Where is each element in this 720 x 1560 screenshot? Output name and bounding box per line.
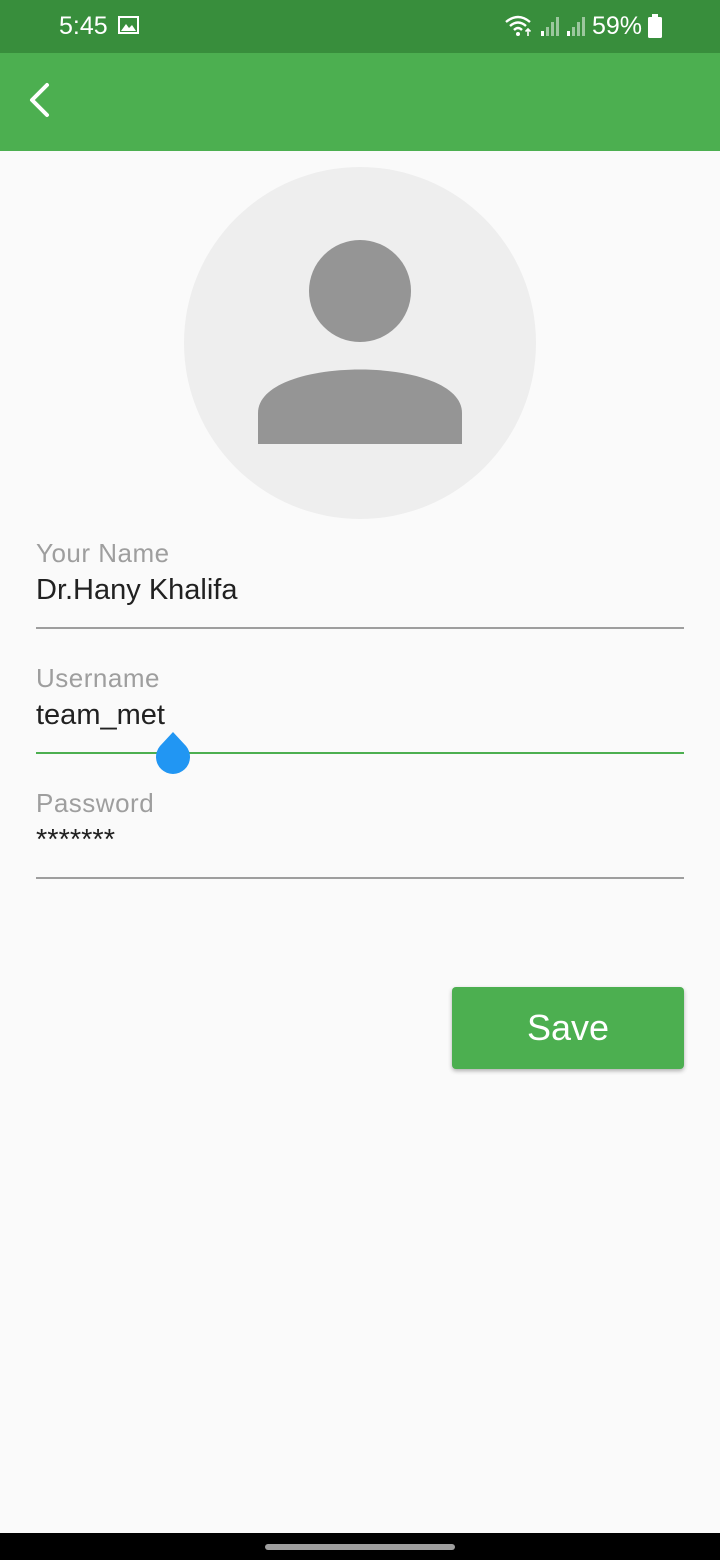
username-underline xyxy=(36,752,684,754)
password-underline xyxy=(36,877,684,879)
status-time: 5:45 xyxy=(59,12,108,40)
wifi-icon xyxy=(504,15,534,37)
username-label: Username xyxy=(36,663,160,693)
name-label: Your Name xyxy=(36,538,170,568)
username-field[interactable]: Username team_met xyxy=(36,663,684,755)
person-placeholder-icon xyxy=(258,240,462,444)
signal-icon xyxy=(566,15,586,37)
back-button[interactable] xyxy=(14,77,64,127)
name-input[interactable]: Dr.Hany Khalifa xyxy=(36,572,238,608)
username-input[interactable]: team_met xyxy=(36,697,165,733)
navigation-bar xyxy=(0,1533,720,1560)
battery-percentage: 59% xyxy=(591,12,642,40)
home-indicator[interactable] xyxy=(265,1544,455,1550)
back-arrow-icon xyxy=(27,82,51,123)
name-field[interactable]: Your Name Dr.Hany Khalifa xyxy=(36,538,684,630)
status-bar: 5:45 59% xyxy=(0,0,720,53)
name-underline xyxy=(36,627,684,629)
status-indicators: 59% xyxy=(504,11,662,41)
text-cursor-handle[interactable] xyxy=(153,732,193,778)
password-field[interactable]: Password ******* xyxy=(36,788,684,880)
avatar[interactable] xyxy=(184,167,536,519)
signal-icon xyxy=(540,15,560,37)
battery-icon xyxy=(648,14,662,38)
app-bar xyxy=(0,53,720,151)
password-label: Password xyxy=(36,788,155,818)
save-button[interactable]: Save xyxy=(452,987,684,1069)
image-icon xyxy=(118,16,139,34)
password-input[interactable]: ******* xyxy=(36,822,115,858)
